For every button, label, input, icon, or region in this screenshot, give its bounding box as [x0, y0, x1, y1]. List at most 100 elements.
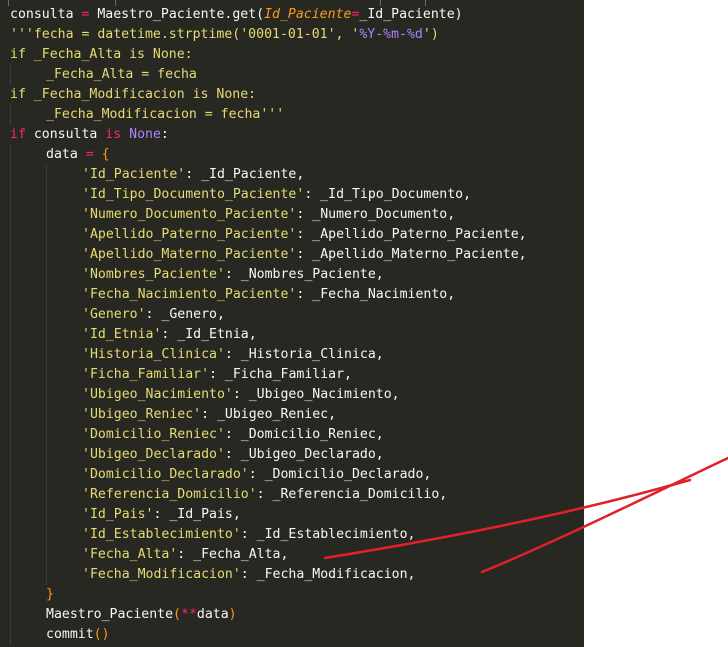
code-line: 'Fecha_Nacimiento_Paciente': _Fecha_Naci… — [10, 285, 527, 305]
indent-guide — [10, 365, 11, 385]
indent-guide — [46, 405, 47, 425]
code-token: 'Ubigeo_Nacimiento' — [82, 387, 233, 402]
code-line: 'Apellido_Paterno_Paciente': _Apellido_P… — [10, 225, 527, 245]
code-token: : _Ficha_Familiar, — [209, 367, 352, 382]
code-token: } — [46, 587, 54, 602]
code-token: 'Fecha_Modificacion' — [82, 567, 241, 582]
code-token: : _Id_Tipo_Documento, — [304, 187, 472, 202]
code-token: : _Fecha_Alta, — [177, 547, 289, 562]
indent-guide — [10, 65, 11, 85]
code-token: : _Domicilio_Reniec, — [224, 427, 384, 442]
code-token: 'Domicilio_Declarado' — [82, 467, 249, 482]
code-token: : _Id_Etnia, — [161, 327, 257, 342]
code-token: if _Fecha_Alta is None: — [10, 47, 193, 62]
indent-guide — [10, 525, 11, 545]
code-token: : _Apellido_Paterno_Paciente, — [296, 227, 527, 242]
code-line: '''fecha = datetime.strptime('0001-01-01… — [10, 25, 527, 45]
code-token: : _Apellido_Materno_Paciente, — [296, 247, 527, 262]
code-token: ( — [173, 607, 181, 622]
code-token: 'Fecha_Nacimiento_Paciente' — [82, 287, 297, 302]
indent-guide — [46, 465, 47, 485]
code-line: 'Ficha_Familiar': _Ficha_Familiar, — [10, 365, 527, 385]
code-line: 'Id_Etnia': _Id_Etnia, — [10, 325, 527, 345]
indent-guide — [10, 385, 11, 405]
code-token: None — [129, 127, 161, 142]
indent-guide — [10, 565, 11, 585]
indent-guide — [46, 305, 47, 325]
code-token: 'Id_Paciente' — [82, 167, 186, 182]
code-token: 'Fecha_Alta' — [82, 547, 178, 562]
code-line: 'Genero': _Genero, — [10, 305, 527, 325]
indent-guide — [10, 545, 11, 565]
code-token: 'Genero' — [82, 307, 146, 322]
indent-guide — [46, 325, 47, 345]
code-line: 'Domicilio_Reniec': _Domicilio_Reniec, — [10, 425, 527, 445]
code-token: : _Historia_Clinica, — [224, 347, 384, 362]
code-token: { — [101, 147, 110, 162]
indent-guide — [10, 285, 11, 305]
code-line: 'Historia_Clinica': _Historia_Clinica, — [10, 345, 527, 365]
indent-guide — [10, 305, 11, 325]
code-token: ') — [422, 27, 439, 42]
indent-guide — [10, 425, 11, 445]
code-token: : _Fecha_Modificacion, — [240, 567, 416, 582]
code-token: is — [105, 127, 122, 142]
code-line: if _Fecha_Alta is None: — [10, 45, 527, 65]
indent-guide — [46, 185, 47, 205]
code-token: 'Domicilio_Reniec' — [82, 427, 225, 442]
code-token: : — [160, 127, 169, 142]
indent-guide — [46, 205, 47, 225]
indent-guide — [10, 185, 11, 205]
indent-guide — [46, 445, 47, 465]
code-token: 'Apellido_Materno_Paciente' — [82, 247, 297, 262]
code-line: } — [10, 585, 527, 605]
code-token: () — [93, 627, 110, 642]
code-token: : _Genero, — [145, 307, 225, 322]
code-token: : _Numero_Documento, — [296, 207, 456, 222]
code-line: 'Numero_Documento_Paciente': _Numero_Doc… — [10, 205, 527, 225]
code-token: _Fecha_Modificacion = fecha''' — [46, 107, 285, 122]
code-token: Maestro_Paciente — [46, 607, 174, 622]
code-token: 'Nombres_Paciente' — [82, 267, 225, 282]
code-token: 'Ubigeo_Declarado' — [82, 447, 225, 462]
code-token: = — [73, 7, 98, 22]
code-token: %Y-%m-%d — [359, 27, 423, 42]
code-line: 'Nombres_Paciente': _Nombres_Paciente, — [10, 265, 527, 285]
indent-guide — [10, 405, 11, 425]
code-token: consulta — [25, 127, 106, 142]
indent-guide — [46, 425, 47, 445]
indent-guide — [10, 345, 11, 365]
code-line: 'Fecha_Modificacion': _Fecha_Modificacio… — [10, 565, 527, 585]
code-token: data — [46, 147, 78, 162]
indent-guide — [46, 365, 47, 385]
code-token: 'Apellido_Paterno_Paciente' — [82, 227, 297, 242]
code-token: '''fecha = datetime.strptime('0001-01-01… — [10, 27, 360, 42]
indent-guide — [10, 145, 11, 165]
code-token: : _Id_Establecimiento, — [240, 527, 416, 542]
code-line: data = { — [10, 145, 527, 165]
code-line: if consulta is None: — [10, 125, 527, 145]
code-line: 'Ubigeo_Reniec': _Ubigeo_Reniec, — [10, 405, 527, 425]
code-token: : _Domicilio_Declarado, — [248, 467, 432, 482]
indent-guide — [46, 165, 47, 185]
indent-guide — [46, 485, 47, 505]
code-token: consulta — [10, 7, 74, 22]
code-line: 'Domicilio_Declarado': _Domicilio_Declar… — [10, 465, 527, 485]
code-token: : _Fecha_Nacimiento, — [296, 287, 456, 302]
code-token: 'Id_Etnia' — [82, 327, 162, 342]
code-line: 'Ubigeo_Declarado': _Ubigeo_Declarado, — [10, 445, 527, 465]
indent-guide — [46, 565, 47, 585]
indent-guide — [10, 485, 11, 505]
code-editor[interactable]: consulta = Maestro_Paciente.get(Id_Pacie… — [0, 0, 584, 647]
code-token: : _Ubigeo_Nacimiento, — [232, 387, 400, 402]
code-token: _Id_Paciente) — [359, 7, 463, 22]
code-line: Maestro_Paciente(**data) — [10, 605, 527, 625]
code-line: 'Fecha_Alta': _Fecha_Alta, — [10, 545, 527, 565]
code-token: 'Id_Pais' — [82, 507, 154, 522]
indent-guide — [46, 505, 47, 525]
code-token: data — [196, 607, 229, 622]
code-token: = — [77, 147, 102, 162]
code-line: _Fecha_Alta = fecha — [10, 65, 527, 85]
code-line: 'Id_Establecimiento': _Id_Establecimient… — [10, 525, 527, 545]
